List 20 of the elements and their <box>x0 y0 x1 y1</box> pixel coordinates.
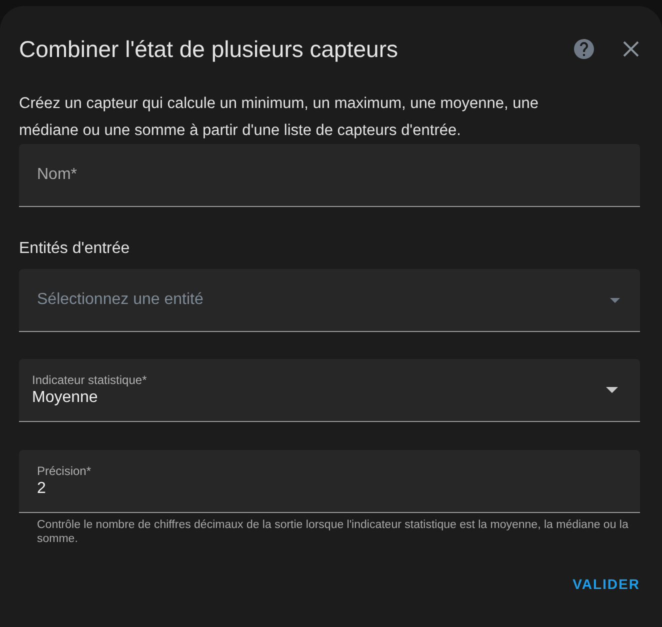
entity-picker[interactable]: Sélectionnez une entité <box>19 269 640 332</box>
close-icon <box>622 40 640 58</box>
field-label: Précision* <box>37 464 92 478</box>
submit-button[interactable]: VALIDER <box>572 572 640 596</box>
field-value: 2 <box>37 480 46 498</box>
section-label: Entités d'entrée <box>19 240 131 258</box>
picker-placeholder: Sélectionnez une entité <box>37 291 204 309</box>
helper-text: Contrôle le nombre de chiffres décimaux de la sortie lorsque l'indicateur statistique est la moyenne, la médiane ou la somme. <box>37 518 630 546</box>
field-label: Indicateur statistique* <box>32 373 147 387</box>
caret-icon <box>610 298 620 302</box>
dialog-title: Combiner l'état de plusieurs capteurs <box>19 36 399 62</box>
help-icon <box>572 37 596 61</box>
field-value: Moyenne <box>32 389 99 407</box>
name-field[interactable]: Nom* <box>19 144 640 207</box>
field-label: Nom* <box>37 166 78 184</box>
help-button[interactable] <box>572 37 596 61</box>
dialog-description: Créez un capteur qui calcule un minimum, un maximum, une moyenne, une médiane ou une somme à partir d'une liste de capteurs d'entrée. <box>19 94 540 141</box>
caret-icon <box>606 387 618 393</box>
statistic-select[interactable]: Indicateur statistique* Moyenne <box>19 359 640 422</box>
precision-field[interactable]: Précision* 2 <box>19 450 640 513</box>
